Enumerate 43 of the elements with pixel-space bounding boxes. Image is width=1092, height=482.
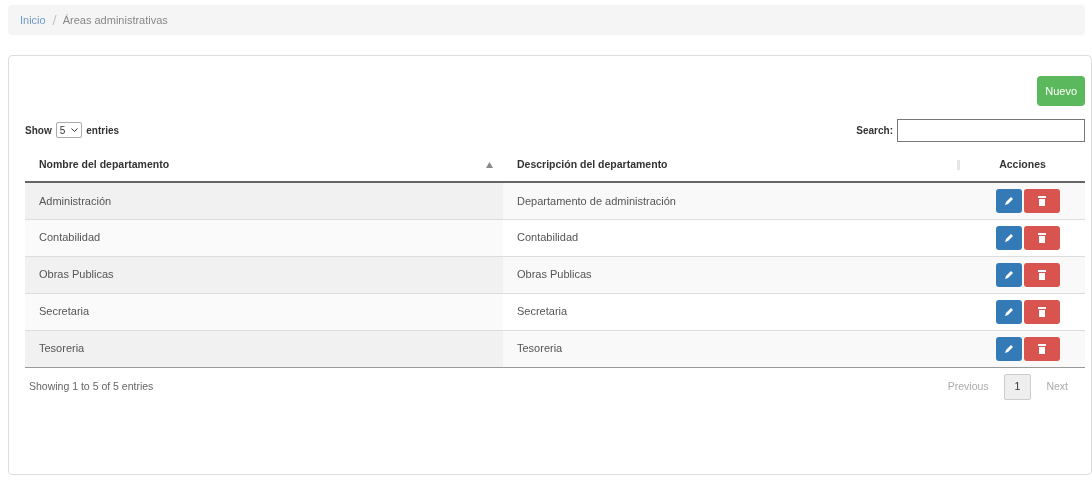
table-cell: Obras Publicas bbox=[39, 268, 114, 281]
search-label: Search: bbox=[856, 123, 893, 138]
chevron-down-icon bbox=[71, 128, 79, 132]
pencil-icon bbox=[1003, 232, 1014, 243]
pencil-icon bbox=[1003, 195, 1014, 206]
breadcrumb-current: Áreas administrativas bbox=[62, 12, 168, 28]
delete-button[interactable] bbox=[1023, 299, 1060, 324]
table-cell: Obras Publicas bbox=[517, 268, 592, 281]
pagination-button[interactable]: 1 bbox=[1003, 374, 1032, 400]
pencil-icon bbox=[1003, 343, 1014, 354]
table-cell: Tesoreria bbox=[39, 342, 85, 355]
trash-icon bbox=[1037, 232, 1046, 243]
pencil-icon bbox=[1003, 306, 1014, 317]
entries-select[interactable]: 5 bbox=[55, 122, 83, 138]
trash-icon bbox=[1037, 343, 1046, 354]
edit-button[interactable] bbox=[995, 299, 1022, 324]
table-cell: Contabilidad bbox=[39, 231, 101, 244]
trash-icon bbox=[1037, 269, 1046, 280]
table-cell: Secretaria bbox=[39, 305, 90, 318]
pencil-icon bbox=[1003, 269, 1014, 280]
edit-button[interactable] bbox=[995, 225, 1022, 250]
delete-button[interactable] bbox=[1023, 336, 1060, 361]
column-header[interactable]: Acciones bbox=[999, 156, 1046, 173]
delete-button[interactable] bbox=[1023, 262, 1060, 287]
edit-button[interactable] bbox=[995, 262, 1022, 287]
table-cell: Secretaria bbox=[517, 305, 568, 318]
separator-icon bbox=[51, 15, 57, 25]
table-cell: Tesoreria bbox=[517, 342, 563, 355]
search-field[interactable] bbox=[897, 118, 1085, 142]
column-header[interactable]: Nombre del departamento bbox=[39, 156, 170, 173]
table-info: Showing 1 to 5 of 5 entries bbox=[29, 379, 154, 395]
column-header[interactable]: Descripción del departamento bbox=[517, 156, 668, 173]
trash-icon bbox=[1037, 195, 1046, 206]
trash-icon bbox=[1037, 306, 1046, 317]
edit-button[interactable] bbox=[995, 336, 1022, 361]
table-cell: Departamento de administración bbox=[517, 194, 676, 207]
entries-label: entries bbox=[86, 123, 120, 138]
show-label: Show bbox=[25, 123, 52, 138]
edit-button[interactable] bbox=[995, 188, 1022, 213]
delete-button[interactable] bbox=[1023, 225, 1060, 250]
table-cell: Contabilidad bbox=[517, 231, 579, 244]
delete-button[interactable] bbox=[1023, 188, 1060, 213]
table-cell: Administración bbox=[39, 194, 112, 207]
